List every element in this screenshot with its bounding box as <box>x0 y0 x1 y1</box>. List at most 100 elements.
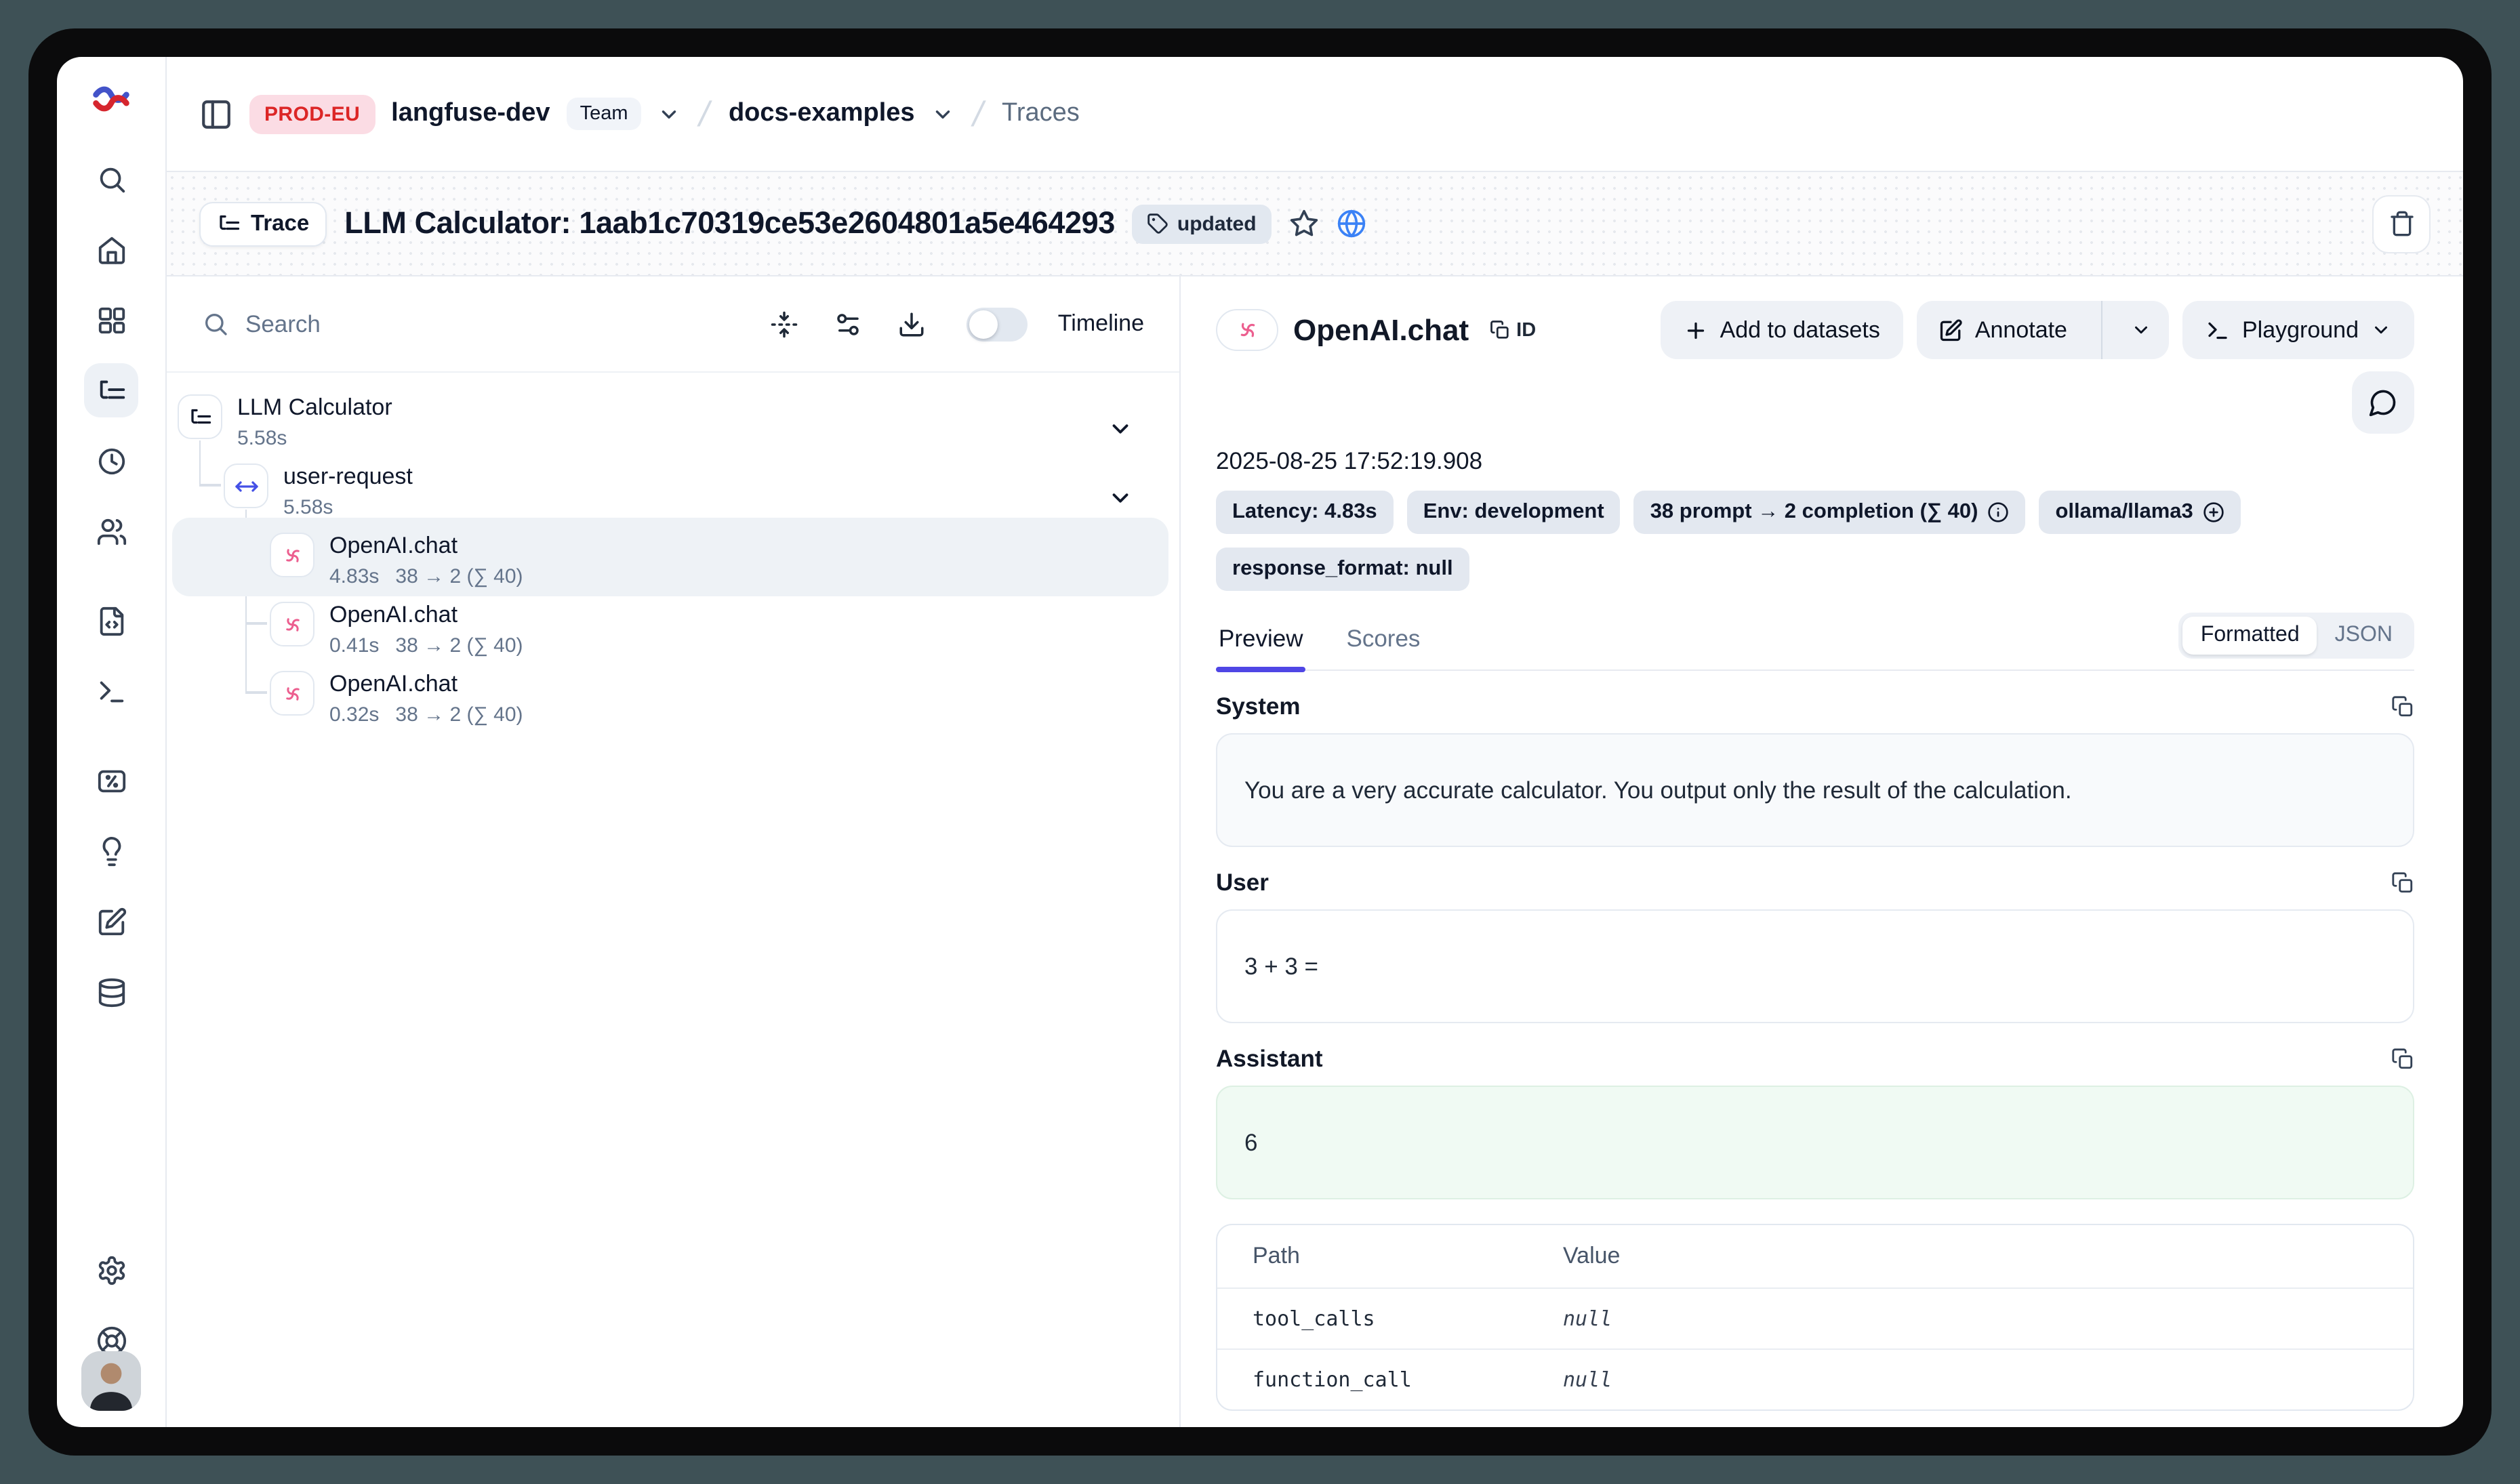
clock-icon <box>96 445 127 476</box>
tree-node-span[interactable]: user-request 5.58s <box>224 463 1166 519</box>
copy-id-button[interactable]: ID <box>1489 319 1536 341</box>
collapse-node-chevron[interactable] <box>1107 485 1133 511</box>
sidebar-item-annotation[interactable] <box>84 894 138 949</box>
search-input[interactable]: Search <box>245 310 735 338</box>
table-header-row: Path Value <box>1217 1225 2413 1287</box>
tab-preview[interactable]: Preview <box>1216 625 1306 669</box>
window-frame: PROD-EU langfuse-dev Team / docs-example… <box>0 0 2520 1484</box>
latency-badge: Latency: 4.83s <box>1216 491 1394 534</box>
tag-icon <box>1147 213 1169 234</box>
node-duration: 0.41s <box>329 634 379 657</box>
message-role-label: Assistant <box>1216 1045 1323 1073</box>
tree-node-trace[interactable]: LLM Calculator 5.58s <box>178 394 1166 450</box>
table-row: tool_calls null <box>1217 1287 2413 1348</box>
percent-box-icon <box>96 765 127 796</box>
tab-scores[interactable]: Scores <box>1344 625 1423 669</box>
sidebar-item-datasets[interactable] <box>84 965 138 1019</box>
users-icon <box>96 516 127 547</box>
org-chevron-down-icon[interactable] <box>658 102 681 125</box>
openai-icon <box>280 681 304 705</box>
delete-trace-button[interactable] <box>2372 194 2431 253</box>
add-to-datasets-button[interactable]: Add to datasets <box>1661 301 1903 359</box>
message-role-label: User <box>1216 869 1269 897</box>
copy-icon <box>1489 320 1509 340</box>
tree-node-generation-selected[interactable]: OpenAI.chat 4.83s 38 → 2 (∑ 40) <box>270 533 1166 588</box>
cell-value: null <box>1563 1350 2413 1409</box>
public-share-button[interactable] <box>1337 209 1366 239</box>
sidebar-item-tracing[interactable] <box>84 363 138 417</box>
sidebar-item-settings[interactable] <box>84 1243 138 1297</box>
dashboard-icon <box>96 304 127 335</box>
star-icon <box>1289 209 1319 239</box>
breadcrumb-section[interactable]: Traces <box>1002 99 1080 129</box>
environment-badge[interactable]: PROD-EU <box>249 94 375 133</box>
environment-badge: Env: development <box>1407 491 1621 534</box>
observation-type-pill <box>1216 309 1278 351</box>
playground-button[interactable]: Playground <box>2182 301 2414 359</box>
sidebar-item-sessions[interactable] <box>84 434 138 488</box>
sidebar-item-search[interactable] <box>84 152 138 206</box>
gear-icon <box>96 1254 127 1285</box>
sliders-icon <box>834 310 863 338</box>
detail-tabs: Preview Scores Formatted JSON <box>1216 613 2414 671</box>
copy-content-button[interactable] <box>2391 871 2414 894</box>
model-badge[interactable]: ollama/llama3 <box>2039 491 2240 534</box>
node-tokens: 38 → 2 (∑ 40) <box>395 703 523 726</box>
observation-detail-panel: OpenAI.chat ID Add to datasets <box>1181 276 2463 1427</box>
sidebar-item-evaluation[interactable] <box>84 754 138 808</box>
table-row: function_call null <box>1217 1348 2413 1409</box>
download-button[interactable] <box>898 310 927 338</box>
token-usage-badge[interactable]: 38 prompt → 2 completion (∑ 40) <box>1634 491 2026 534</box>
sidebar-item-home[interactable] <box>84 222 138 276</box>
user-avatar[interactable] <box>81 1351 141 1411</box>
breadcrumb-org[interactable]: langfuse-dev <box>391 99 550 129</box>
toggle-sidebar-button[interactable] <box>199 97 233 131</box>
fold-vertical-icon <box>771 310 799 338</box>
langfuse-logo <box>91 79 131 119</box>
openai-icon <box>1234 317 1260 343</box>
message-content: 3 + 3 = <box>1216 909 2414 1023</box>
annotate-button[interactable]: Annotate <box>1917 301 2089 359</box>
sidebar-item-insights[interactable] <box>84 824 138 878</box>
column-header-path: Path <box>1217 1225 1563 1287</box>
button-divider <box>2101 301 2102 359</box>
cell-path: function_call <box>1217 1350 1563 1409</box>
lightbulb-icon <box>96 836 127 867</box>
breadcrumb-project[interactable]: docs-examples <box>729 99 915 129</box>
copy-content-button[interactable] <box>2391 1048 2414 1071</box>
tree-node-icon <box>178 394 222 439</box>
timeline-toggle[interactable] <box>967 307 1028 341</box>
project-chevron-down-icon[interactable] <box>931 102 954 125</box>
message-bubble-icon <box>2368 388 2398 417</box>
tree-toolbar: Search Timeline <box>167 276 1179 373</box>
panel-left-icon <box>199 97 233 131</box>
search-icon <box>96 163 127 194</box>
detail-actions: Add to datasets Annotate <box>1661 301 2414 359</box>
trace-type-badge[interactable]: Trace <box>199 201 327 246</box>
openai-icon <box>280 612 304 636</box>
tree-node-icon <box>224 463 268 508</box>
collapse-node-chevron[interactable] <box>1107 416 1133 442</box>
node-tokens: 38 → 2 (∑ 40) <box>395 634 523 657</box>
observation-tree-panel: Search Timeline <box>167 276 1181 1427</box>
node-duration: 4.83s <box>329 565 379 588</box>
collapse-all-button[interactable] <box>771 310 799 338</box>
format-option-json[interactable]: JSON <box>2317 617 2410 655</box>
tree-node-generation[interactable]: OpenAI.chat 0.32s 38 → 2 (∑ 40) <box>270 671 1166 726</box>
annotate-dropdown-chevron[interactable] <box>2115 301 2169 359</box>
format-option-formatted[interactable]: Formatted <box>2183 617 2317 655</box>
cell-value: null <box>1563 1289 2413 1348</box>
copy-icon <box>2391 1048 2414 1071</box>
copy-content-button[interactable] <box>2391 695 2414 718</box>
sidebar-item-dashboards[interactable] <box>84 293 138 347</box>
avatar-person-icon <box>81 1351 141 1411</box>
sidebar-item-prompts[interactable] <box>84 594 138 648</box>
sidebar-item-playground[interactable] <box>84 664 138 718</box>
sidebar-item-users[interactable] <box>84 504 138 558</box>
tree-node-generation[interactable]: OpenAI.chat 0.41s 38 → 2 (∑ 40) <box>270 602 1166 657</box>
bookmark-star-button[interactable] <box>1289 209 1319 239</box>
tree-settings-button[interactable] <box>834 310 863 338</box>
comments-button[interactable] <box>2352 371 2414 434</box>
detail-header: OpenAI.chat ID Add to datasets <box>1216 301 2414 359</box>
trace-tag-badge[interactable]: updated <box>1133 204 1272 243</box>
